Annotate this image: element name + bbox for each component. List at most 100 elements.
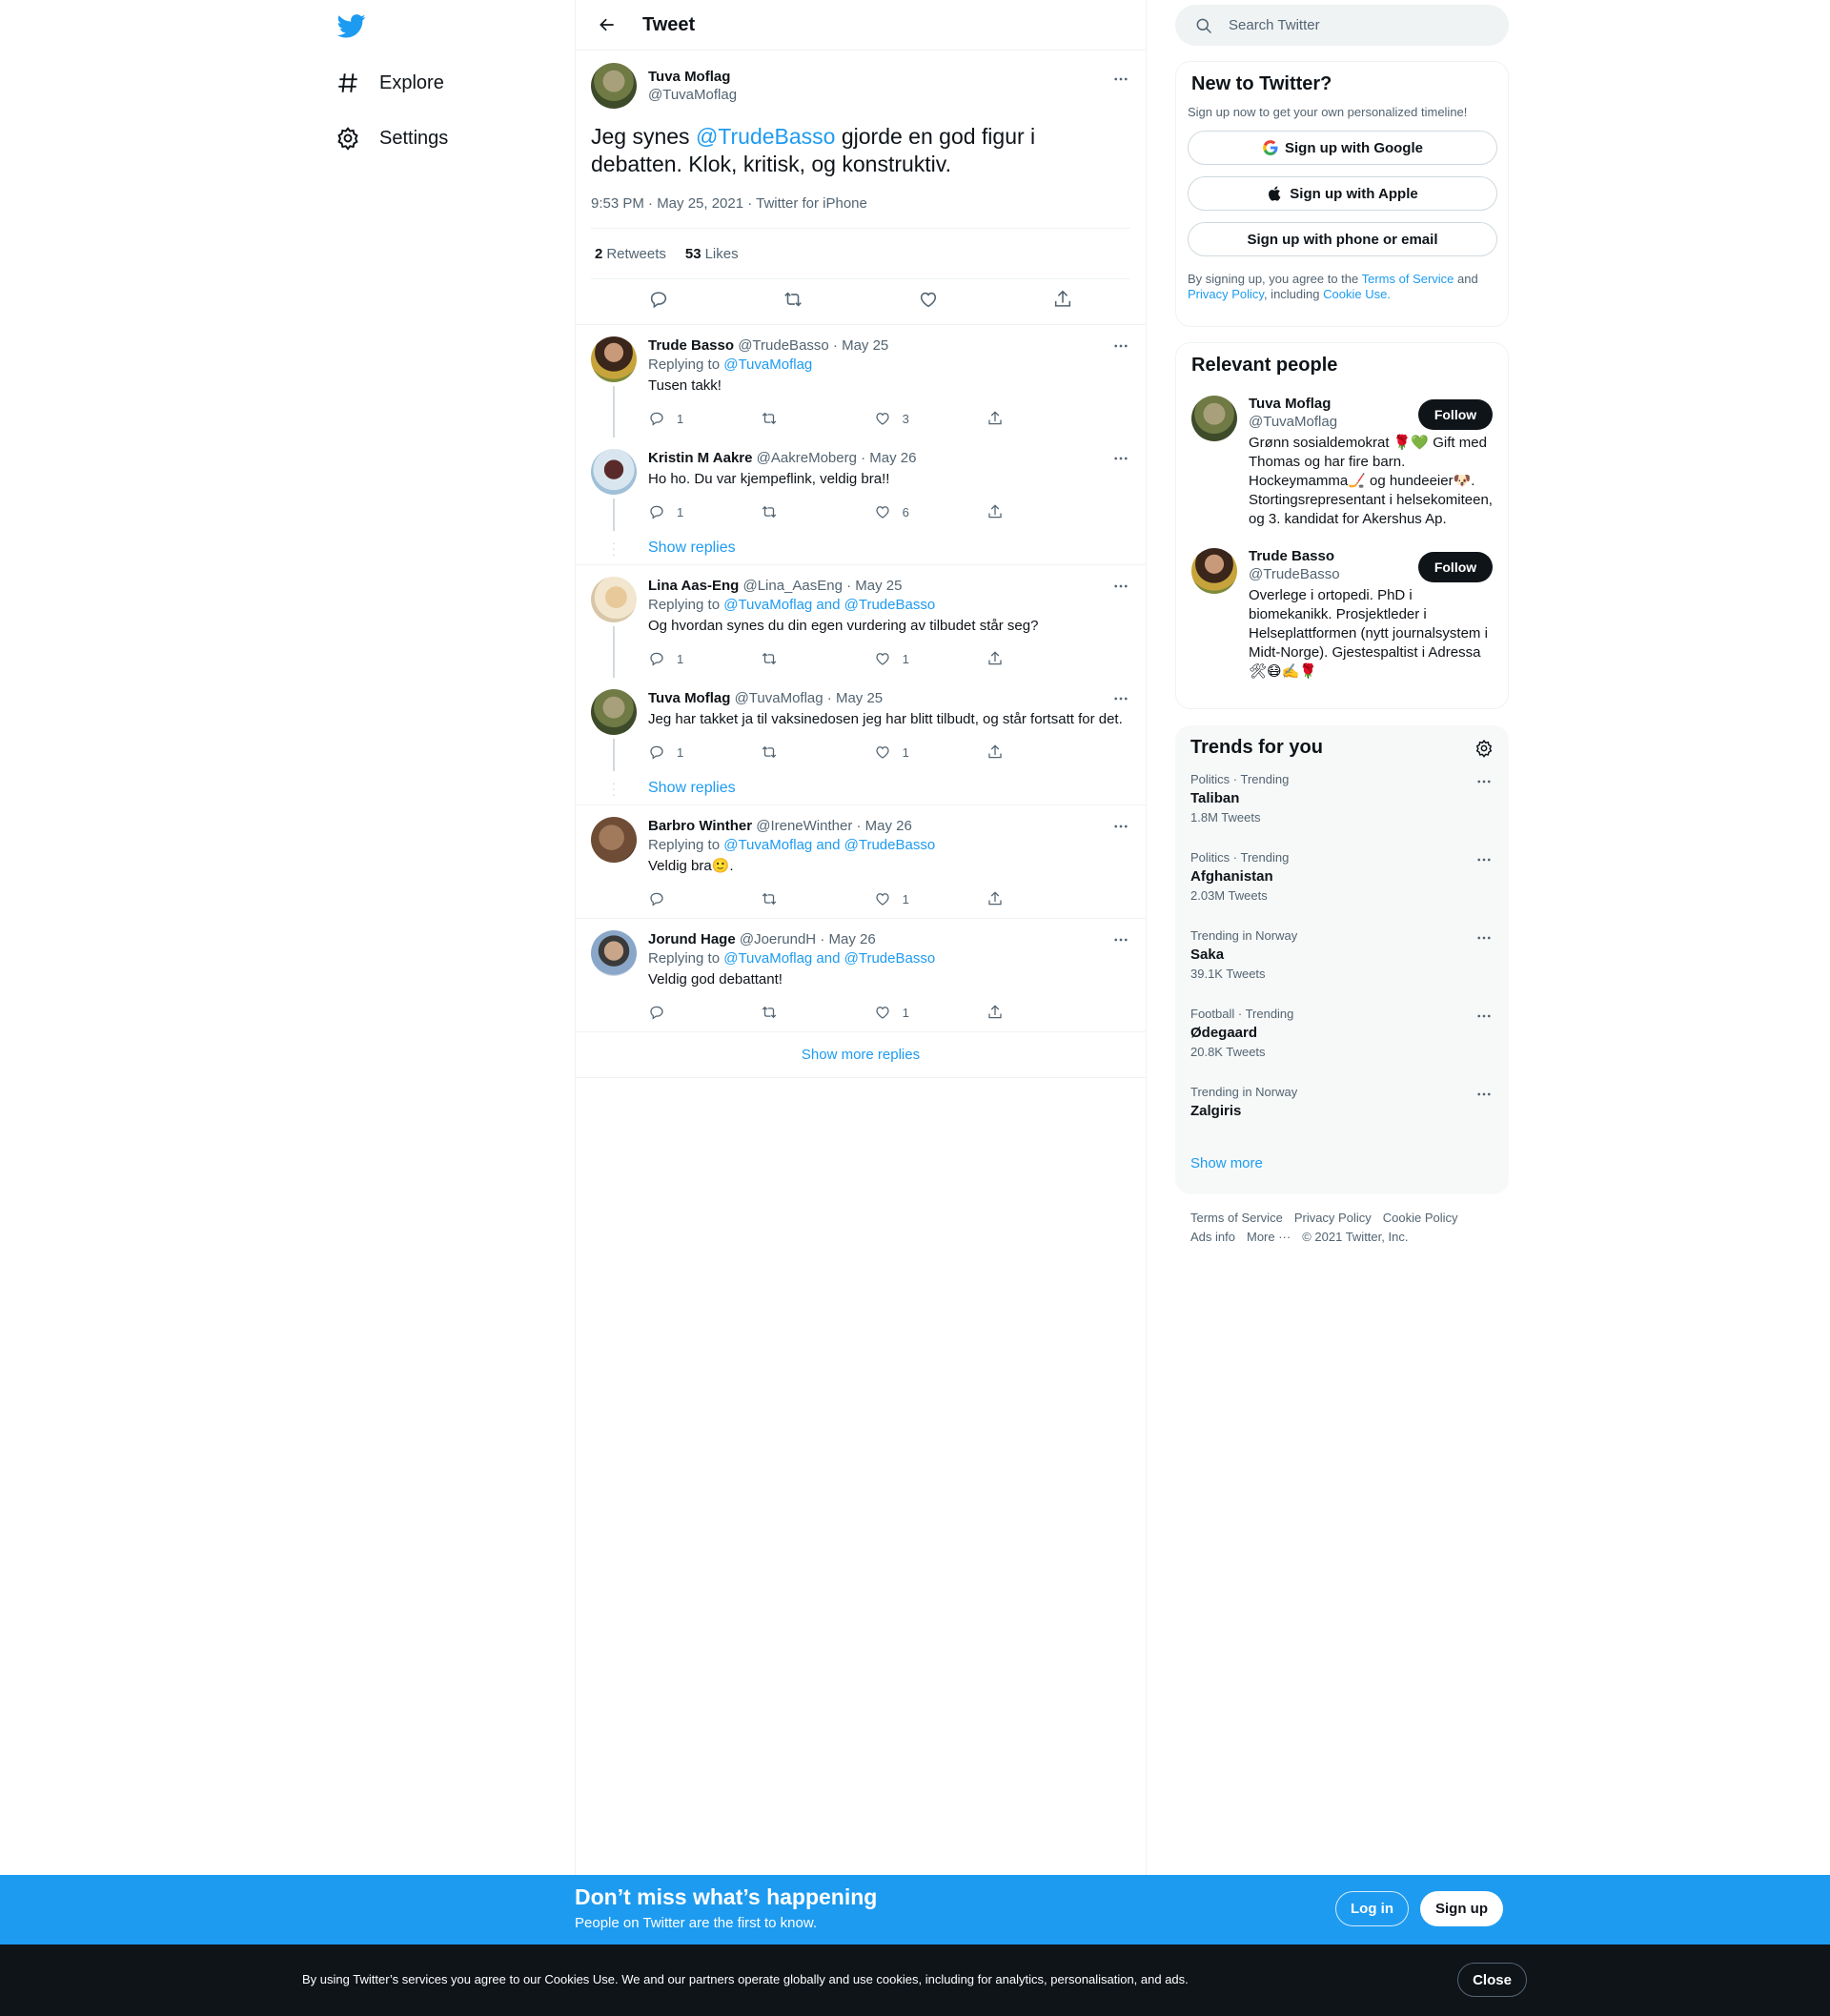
reply-tweet[interactable]: Barbro Winther @IreneWinther · May 26 Re… bbox=[576, 805, 1146, 919]
mention-link[interactable]: @TrudeBasso bbox=[696, 124, 836, 149]
footer-more-link[interactable]: More ··· bbox=[1247, 1230, 1291, 1244]
reply-author-handle[interactable]: @TrudeBasso bbox=[738, 337, 829, 354]
trend-item[interactable]: Trending in Norway Saka 39.1K Tweets bbox=[1175, 915, 1509, 993]
reply-tweet[interactable]: Tuva Moflag @TuvaMoflag · May 25 Jeg har… bbox=[576, 678, 1146, 771]
cookie-link[interactable]: Cookie Use. bbox=[1323, 287, 1391, 301]
reply-tweet[interactable]: Trude Basso @TrudeBasso · May 25 Replyin… bbox=[576, 325, 1146, 438]
avatar[interactable] bbox=[591, 63, 637, 109]
reply-author-handle[interactable]: @IreneWinther bbox=[756, 818, 852, 834]
gear-icon[interactable] bbox=[1474, 739, 1494, 758]
retweet-button[interactable] bbox=[761, 650, 827, 667]
more-icon[interactable] bbox=[1111, 70, 1130, 89]
reply-tweet[interactable]: Jorund Hage @JoerundH · May 26 Replying … bbox=[576, 919, 1146, 1032]
like-icon[interactable] bbox=[918, 289, 939, 315]
reply-button[interactable] bbox=[648, 890, 715, 907]
reply-author-name[interactable]: Barbro Winther bbox=[648, 818, 752, 834]
replying-to-link[interactable]: @TuvaMoflag bbox=[723, 356, 812, 373]
reply-author-handle[interactable]: @JoerundH bbox=[740, 931, 816, 947]
share-button[interactable] bbox=[986, 503, 1053, 520]
reply-date[interactable]: · May 26 bbox=[861, 450, 916, 466]
avatar[interactable] bbox=[1191, 396, 1237, 441]
author-name[interactable]: Tuva Moflag bbox=[648, 69, 737, 85]
avatar[interactable] bbox=[591, 336, 637, 382]
show-replies-link[interactable]: Show replies bbox=[648, 540, 736, 557]
replying-to-link[interactable]: @TuvaMoflag and @TrudeBasso bbox=[723, 837, 935, 853]
show-more-replies[interactable]: Show more replies bbox=[576, 1032, 1146, 1078]
more-icon[interactable] bbox=[1474, 1007, 1494, 1026]
replying-to-link[interactable]: @TuvaMoflag and @TrudeBasso bbox=[723, 597, 935, 613]
person-item[interactable]: Tuva Moflag @TuvaMoflag Grønn sosialdemo… bbox=[1191, 396, 1493, 529]
tweet-meta[interactable]: 9:53 PM · May 25, 2021 · Twitter for iPh… bbox=[591, 195, 1130, 229]
avatar[interactable] bbox=[591, 449, 637, 495]
likes-stat[interactable]: 53 Likes bbox=[685, 246, 739, 262]
like-button[interactable]: 1 bbox=[874, 743, 941, 761]
retweet-button[interactable] bbox=[761, 890, 827, 907]
cookie-close-button[interactable]: Close bbox=[1457, 1963, 1527, 1997]
retweet-button[interactable] bbox=[761, 503, 827, 520]
share-icon[interactable] bbox=[1052, 289, 1073, 315]
reply-author-name[interactable]: Kristin M Aakre bbox=[648, 450, 752, 466]
more-icon[interactable] bbox=[1111, 336, 1130, 356]
share-button[interactable] bbox=[986, 410, 1053, 427]
reply-author-handle[interactable]: @Lina_AasEng bbox=[742, 578, 842, 594]
reply-author-handle[interactable]: @AakreMoberg bbox=[757, 450, 857, 466]
like-button[interactable]: 6 bbox=[874, 503, 941, 520]
show-replies[interactable]: · · · Show replies bbox=[576, 771, 1146, 805]
follow-button[interactable]: Follow bbox=[1418, 552, 1493, 582]
more-icon[interactable] bbox=[1111, 817, 1130, 836]
share-button[interactable] bbox=[986, 890, 1053, 907]
avatar[interactable] bbox=[591, 930, 637, 976]
reply-tweet[interactable]: Lina Aas-Eng @Lina_AasEng · May 25 Reply… bbox=[576, 565, 1146, 678]
share-button[interactable] bbox=[986, 743, 1053, 761]
reply-author-name[interactable]: Trude Basso bbox=[648, 337, 734, 354]
retweet-button[interactable] bbox=[761, 1004, 827, 1021]
reply-date[interactable]: · May 26 bbox=[820, 931, 875, 947]
show-more-replies-link[interactable]: Show more replies bbox=[802, 1047, 920, 1063]
replying-to-link[interactable]: @TuvaMoflag and @TrudeBasso bbox=[723, 950, 935, 967]
reply-button[interactable] bbox=[648, 1004, 715, 1021]
signup-button[interactable]: Sign up bbox=[1420, 1891, 1503, 1926]
reply-button[interactable]: 1 bbox=[648, 503, 715, 520]
trend-item[interactable]: Trending in Norway Zalgiris bbox=[1175, 1071, 1509, 1150]
footer-terms-link[interactable]: Terms of Service bbox=[1190, 1211, 1283, 1225]
reply-button[interactable]: 1 bbox=[648, 650, 715, 667]
more-icon[interactable] bbox=[1474, 928, 1494, 947]
retweets-stat[interactable]: 2 Retweets bbox=[595, 246, 666, 262]
like-button[interactable]: 1 bbox=[874, 890, 941, 907]
trend-item[interactable]: Football · Trending Ødegaard 20.8K Tweet… bbox=[1175, 993, 1509, 1071]
person-item[interactable]: Trude Basso @TrudeBasso Overlege i ortop… bbox=[1191, 548, 1493, 682]
signup-phone-button[interactable]: Sign up with phone or email bbox=[1188, 222, 1497, 256]
avatar[interactable] bbox=[591, 577, 637, 622]
share-button[interactable] bbox=[986, 1004, 1053, 1021]
more-icon[interactable] bbox=[1474, 1085, 1494, 1104]
retweet-button[interactable] bbox=[761, 743, 827, 761]
show-replies-link[interactable]: Show replies bbox=[648, 780, 736, 797]
share-button[interactable] bbox=[986, 650, 1053, 667]
signup-apple-button[interactable]: Sign up with Apple bbox=[1188, 176, 1497, 211]
more-icon[interactable] bbox=[1111, 689, 1130, 708]
signup-google-button[interactable]: Sign up with Google bbox=[1188, 131, 1497, 165]
back-arrow-icon[interactable] bbox=[591, 9, 623, 41]
search-input[interactable]: Search Twitter bbox=[1175, 5, 1509, 46]
footer-ads-link[interactable]: Ads info bbox=[1190, 1230, 1235, 1244]
reply-date[interactable]: · May 25 bbox=[833, 337, 888, 354]
reply-icon[interactable] bbox=[648, 289, 669, 315]
like-button[interactable]: 1 bbox=[874, 1004, 941, 1021]
like-button[interactable]: 1 bbox=[874, 650, 941, 667]
privacy-link[interactable]: Privacy Policy bbox=[1188, 287, 1264, 301]
avatar[interactable] bbox=[591, 817, 637, 863]
reply-button[interactable]: 1 bbox=[648, 410, 715, 427]
reply-author-handle[interactable]: @TuvaMoflag bbox=[735, 690, 824, 706]
reply-author-name[interactable]: Tuva Moflag bbox=[648, 690, 730, 706]
reply-author-name[interactable]: Jorund Hage bbox=[648, 931, 736, 947]
trend-item[interactable]: Politics · Trending Afghanistan 2.03M Tw… bbox=[1175, 837, 1509, 915]
trend-item[interactable]: Politics · Trending Taliban 1.8M Tweets bbox=[1175, 759, 1509, 837]
reply-author-name[interactable]: Lina Aas-Eng bbox=[648, 578, 739, 594]
more-icon[interactable] bbox=[1474, 772, 1494, 791]
nav-settings[interactable]: Settings bbox=[336, 119, 448, 157]
avatar[interactable] bbox=[591, 689, 637, 735]
footer-privacy-link[interactable]: Privacy Policy bbox=[1294, 1211, 1372, 1225]
login-button[interactable]: Log in bbox=[1335, 1891, 1409, 1926]
retweet-button[interactable] bbox=[761, 410, 827, 427]
reply-button[interactable]: 1 bbox=[648, 743, 715, 761]
